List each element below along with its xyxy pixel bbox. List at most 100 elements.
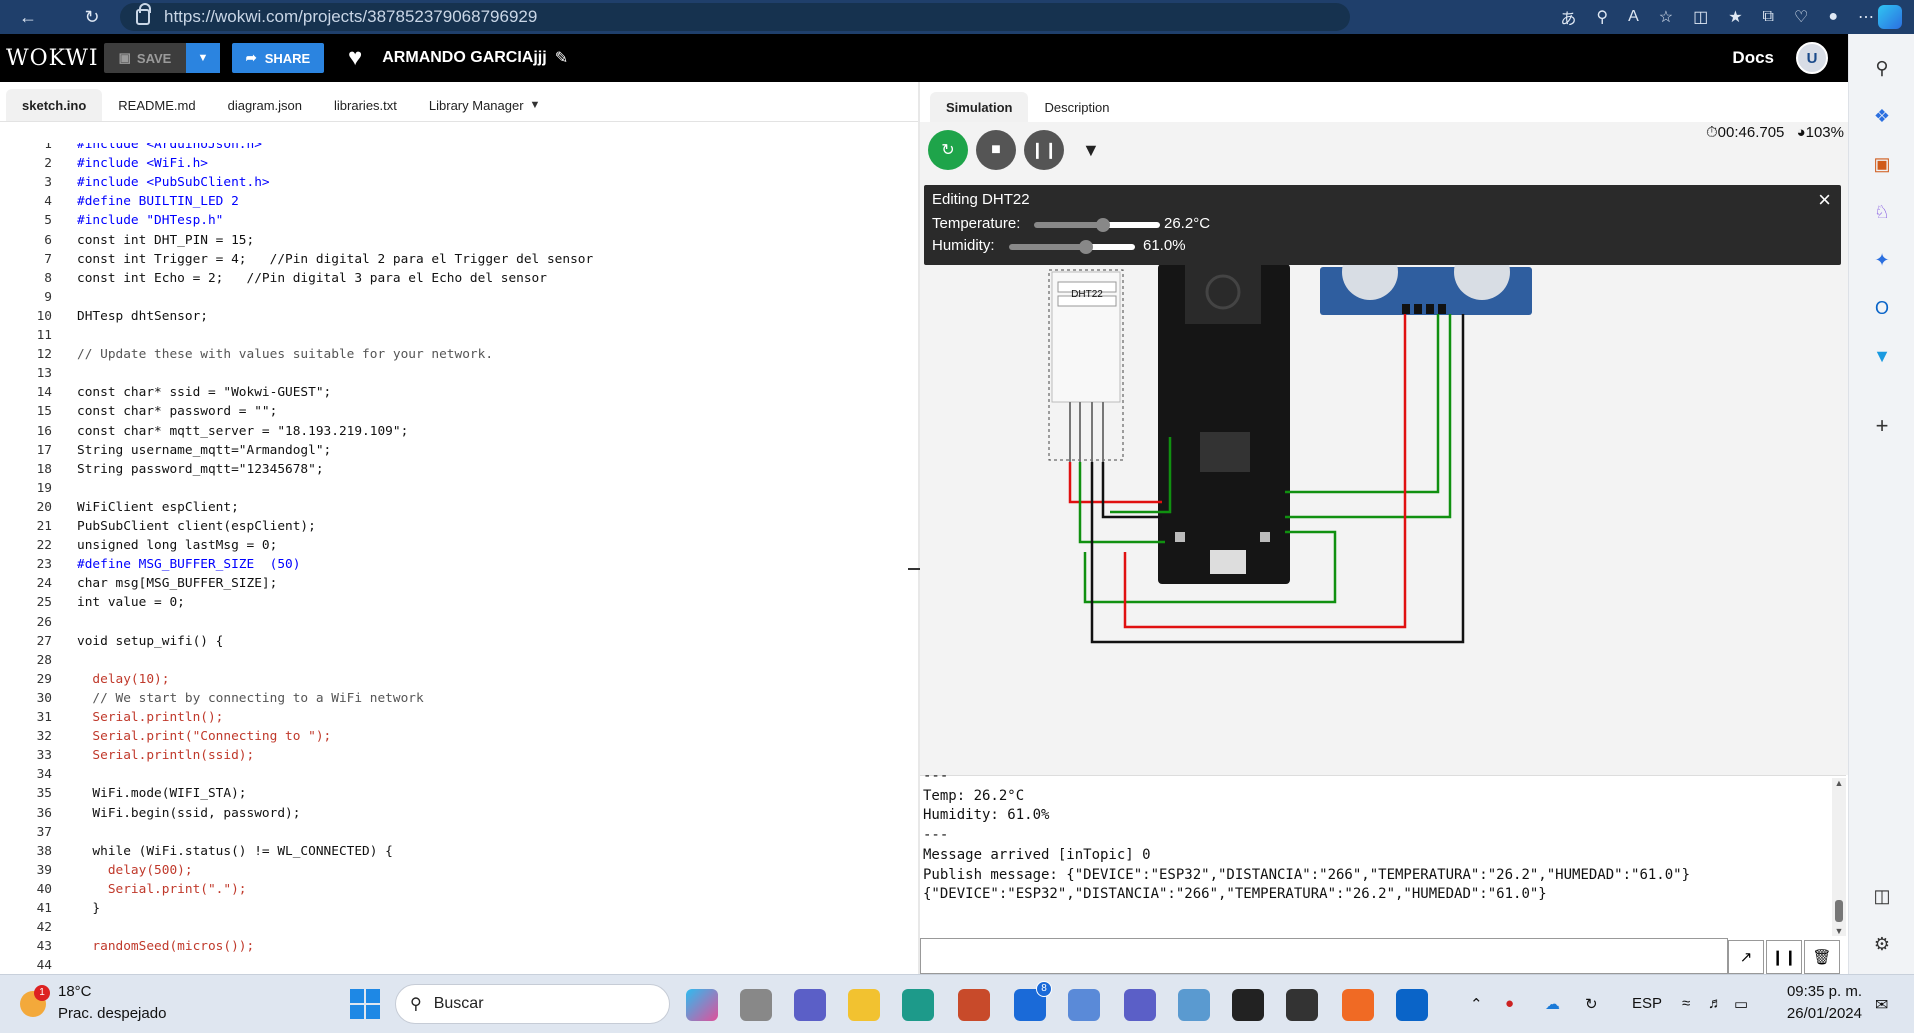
code-line[interactable]: randomSeed(micros());: [77, 939, 254, 954]
taskbar-search[interactable]: ⚲ Buscar: [395, 984, 670, 1024]
code-line[interactable]: const char* ssid = "Wokwi-GUEST";: [77, 385, 331, 400]
favorite-star-icon[interactable]: ☆: [1659, 7, 1673, 27]
temperature-slider-knob[interactable]: [1096, 218, 1111, 232]
more-icon[interactable]: ⋯: [1858, 7, 1874, 27]
scroll-thumb[interactable]: [1835, 900, 1843, 922]
code-line[interactable]: while (WiFi.status() != WL_CONNECTED) {: [77, 844, 392, 859]
profile-icon[interactable]: ●: [1828, 8, 1838, 26]
wokwi-logo[interactable]: WOKWI: [6, 46, 98, 71]
search-icon[interactable]: ⚲: [1870, 56, 1894, 80]
code-editor[interactable]: 1 #include <ArduinoJson.h> 2 #include <WiFi…: [0, 143, 918, 974]
battery-icon[interactable]: ▭: [1734, 995, 1748, 1013]
scroll-down-icon[interactable]: ▼: [1832, 926, 1846, 936]
serial-monitor[interactable]: --- Temp: 26.2°C Humidity: 61.0% --- Message…: [920, 768, 1846, 938]
serial-input[interactable]: [920, 938, 1728, 974]
sidebar-panel-icon[interactable]: ◫: [1870, 884, 1894, 908]
code-line[interactable]: const int DHT_PIN = 15;: [77, 233, 254, 248]
address-bar[interactable]: https://wokwi.com/projects/3878523790687…: [120, 3, 1350, 31]
store-icon[interactable]: [958, 989, 990, 1021]
code-line[interactable]: Serial.println();: [77, 710, 223, 725]
code-line[interactable]: // We start by connecting to a WiFi netw…: [77, 691, 423, 706]
favorites-icon[interactable]: ★: [1728, 7, 1742, 27]
code-line[interactable]: void setup_wifi() {: [77, 634, 223, 649]
code-line[interactable]: PubSubClient client(espClient);: [77, 519, 316, 534]
tag-icon[interactable]: ❖: [1870, 104, 1894, 128]
code-line[interactable]: DHTesp dhtSensor;: [77, 309, 208, 324]
edge-icon[interactable]: [902, 989, 934, 1021]
code-line[interactable]: #include <PubSubClient.h>: [77, 175, 270, 190]
code-line[interactable]: char msg[MSG_BUFFER_SIZE];: [77, 576, 277, 591]
avatar[interactable]: U: [1796, 42, 1828, 74]
save-button[interactable]: ▣ SAVE: [104, 43, 186, 73]
tab-libraries[interactable]: libraries.txt: [318, 89, 413, 121]
code-line[interactable]: #define BUILTIN_LED 2: [77, 194, 239, 209]
save-dropdown-button[interactable]: ▼: [186, 43, 220, 73]
code-line[interactable]: const char* password = "";: [77, 404, 277, 419]
code-line[interactable]: String username_mqtt="Armandogl";: [77, 443, 331, 458]
cmd-icon[interactable]: [1232, 989, 1264, 1021]
zoom-icon[interactable]: ⚲: [1596, 7, 1608, 27]
tab-diagram[interactable]: diagram.json: [212, 89, 318, 121]
code-line[interactable]: WiFi.mode(WIFI_STA);: [77, 786, 246, 801]
xampp-icon[interactable]: [1342, 989, 1374, 1021]
code-line[interactable]: delay(500);: [77, 863, 193, 878]
serial-pause-button[interactable]: ❙❙: [1766, 940, 1802, 974]
code-line[interactable]: delay(10);: [77, 672, 169, 687]
humidity-slider[interactable]: [1009, 240, 1135, 254]
wifi-tray-icon[interactable]: ≈: [1682, 995, 1690, 1012]
temperature-slider[interactable]: [1034, 218, 1160, 232]
control-panel-icon[interactable]: [1178, 989, 1210, 1021]
refresh-icon[interactable]: ↻: [72, 0, 112, 34]
teams-icon[interactable]: [1124, 989, 1156, 1021]
health-icon[interactable]: ♡: [1794, 7, 1808, 27]
weather-widget[interactable]: 1: [14, 985, 54, 1025]
tab-description[interactable]: Description: [1028, 92, 1125, 122]
resize-handle[interactable]: [908, 568, 920, 570]
code-line[interactable]: int value = 0;: [77, 595, 185, 610]
outlook-new-icon[interactable]: [1396, 989, 1428, 1021]
code-line[interactable]: }: [77, 901, 100, 916]
code-line[interactable]: unsigned long lastMsg = 0;: [77, 538, 277, 553]
stop-button[interactable]: ■: [976, 130, 1016, 170]
copilot-icon[interactable]: [1878, 5, 1902, 29]
settings-gear-icon[interactable]: ⚙: [1870, 932, 1894, 956]
restart-button[interactable]: ↻: [928, 130, 968, 170]
language-indicator[interactable]: ESP: [1632, 995, 1662, 1012]
code-line[interactable]: #include <ArduinoJson.h>: [77, 143, 262, 152]
split-screen-icon[interactable]: ◫: [1693, 7, 1708, 27]
translate-icon[interactable]: あ: [1560, 5, 1576, 29]
tab-readme[interactable]: README.md: [102, 89, 211, 121]
plotter-button[interactable]: ↗: [1728, 940, 1764, 974]
terminal-icon[interactable]: [1286, 989, 1318, 1021]
share-button[interactable]: ➦ SHARE: [232, 43, 324, 73]
outlook-icon[interactable]: O: [1870, 296, 1894, 320]
collections-icon[interactable]: ⧉: [1763, 8, 1774, 26]
chevron-up-icon[interactable]: ⌃: [1470, 995, 1483, 1013]
code-line[interactable]: const int Echo = 2; //Pin digital 3 para…: [77, 271, 547, 286]
humidity-slider-knob[interactable]: [1078, 240, 1093, 254]
add-icon[interactable]: +: [1870, 413, 1894, 438]
toolbox-icon[interactable]: ▣: [1870, 152, 1894, 176]
copilot-app-icon[interactable]: [686, 989, 718, 1021]
file-explorer-icon[interactable]: [848, 989, 880, 1021]
caret-down-icon[interactable]: ▼: [530, 99, 541, 111]
code-line[interactable]: String password_mqtt="12345678";: [77, 462, 324, 477]
copilot-sidebar-icon[interactable]: ✦: [1870, 248, 1894, 272]
back-arrow-icon[interactable]: ←: [8, 0, 48, 34]
code-line[interactable]: // Update these with values suitable for…: [77, 347, 493, 362]
pencil-icon[interactable]: ✎: [555, 48, 568, 68]
esp32-board[interactable]: [1158, 264, 1290, 584]
sync-icon[interactable]: ↻: [1585, 995, 1598, 1013]
clear-button[interactable]: 🗑: [1804, 940, 1840, 974]
tab-library-manager[interactable]: Library Manager ▼: [413, 89, 557, 121]
clock-date[interactable]: 26/01/2024: [1770, 1005, 1862, 1022]
tab-simulation[interactable]: Simulation: [930, 92, 1029, 122]
tab-sketch[interactable]: sketch.ino: [6, 89, 103, 121]
scroll-up-icon[interactable]: ▲: [1832, 778, 1846, 788]
no-sync-icon[interactable]: ●: [1505, 995, 1514, 1012]
chat-icon[interactable]: [794, 989, 826, 1021]
code-line[interactable]: #define MSG_BUFFER_SIZE (50): [77, 557, 300, 572]
code-line[interactable]: Serial.print(".");: [77, 882, 247, 897]
heart-icon[interactable]: ♥: [348, 44, 362, 72]
mail-icon[interactable]: 8: [1014, 981, 1052, 1021]
